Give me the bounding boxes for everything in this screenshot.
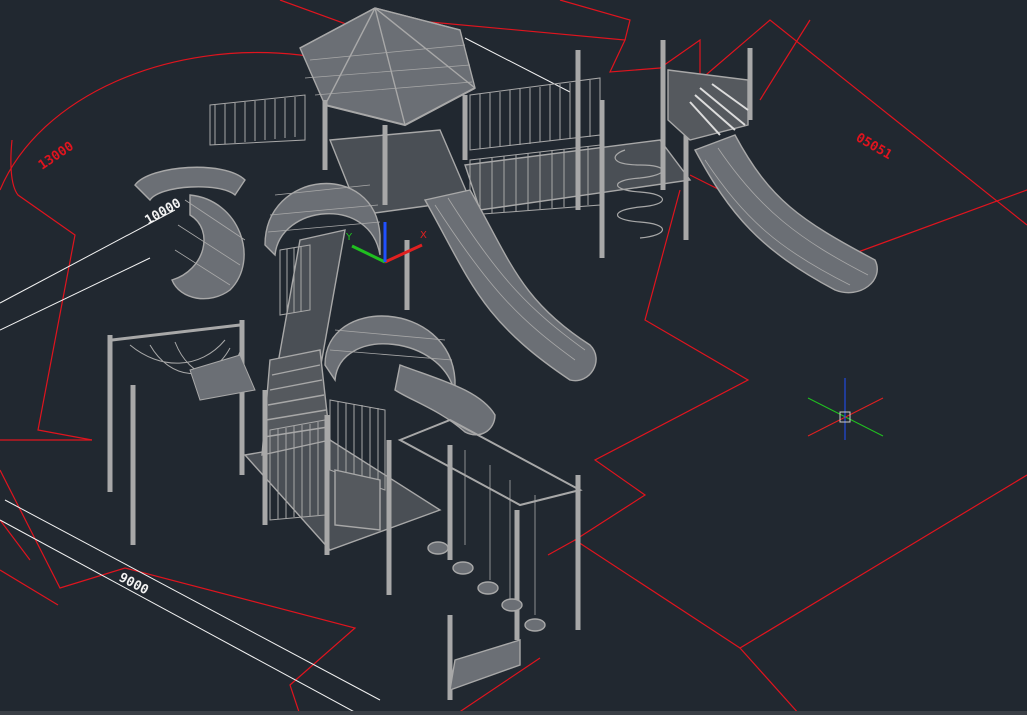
dimension-label-3: 9000	[116, 570, 151, 598]
ucs-icon: X Y	[345, 222, 427, 264]
crosshair-cursor	[807, 378, 884, 440]
dimension-label-1: 13000	[36, 139, 77, 173]
ucs-x-label: X	[420, 230, 427, 241]
status-bar-edge	[0, 711, 1027, 715]
dimension-label-4: 05051	[853, 130, 895, 163]
lower-panel	[334, 469, 381, 531]
short-slide	[394, 364, 496, 436]
double-slide	[694, 134, 878, 294]
climbing-panel	[667, 69, 749, 141]
model-viewport[interactable]: 13000 10000 9000 05051 X Y	[0, 0, 1027, 715]
ucs-y-label: Y	[345, 232, 353, 243]
tube-slide	[134, 166, 246, 300]
playground-model[interactable]	[107, 7, 878, 700]
wave-slide	[423, 189, 597, 382]
swing-set	[397, 418, 583, 692]
dimension-label-2: 10000	[143, 196, 185, 229]
